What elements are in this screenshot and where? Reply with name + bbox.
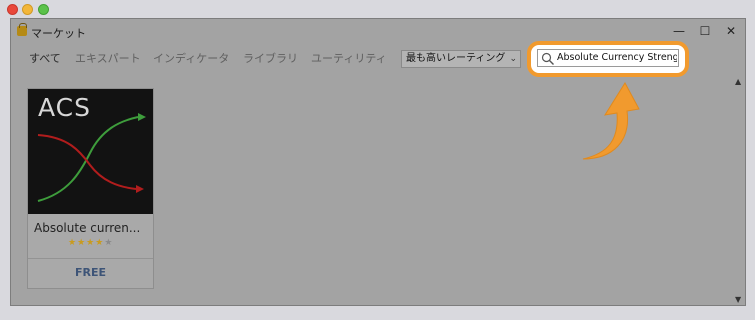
star-icon: ★ bbox=[77, 238, 87, 248]
product-title: Absolute curren... bbox=[34, 221, 141, 235]
maximize-button[interactable]: ☐ bbox=[697, 24, 713, 38]
search-icon bbox=[541, 52, 554, 65]
zoom-dot-icon[interactable] bbox=[38, 4, 49, 15]
shopping-bag-icon bbox=[17, 23, 27, 36]
scroll-up-arrow[interactable]: ▲ bbox=[735, 77, 741, 86]
product-card[interactable]: ACS Absolute curren... ★★★★★ FREE bbox=[27, 88, 154, 289]
search-highlight-frame bbox=[527, 41, 689, 77]
scroll-down-arrow[interactable]: ▼ bbox=[735, 295, 741, 304]
star-icon: ★ bbox=[68, 238, 78, 248]
chevron-down-icon: ⌄ bbox=[509, 54, 517, 64]
close-dot-icon[interactable] bbox=[7, 4, 18, 15]
sort-dropdown[interactable]: 最も高いレーティング ⌄ bbox=[401, 50, 521, 68]
rating-stars: ★★★★★ bbox=[68, 238, 113, 248]
product-thumbnail: ACS bbox=[28, 89, 153, 214]
tab-libraries[interactable]: ライブラリ bbox=[243, 49, 298, 69]
search-box[interactable] bbox=[537, 49, 679, 67]
tab-utilities[interactable]: ユーティリティ bbox=[311, 49, 387, 69]
tab-indicators[interactable]: インディケータ bbox=[153, 49, 229, 69]
star-icon: ★ bbox=[86, 238, 96, 248]
mac-window-chrome bbox=[0, 0, 755, 18]
sort-selected-value: 最も高いレーティング bbox=[406, 53, 506, 64]
pointer-arrow-icon bbox=[582, 82, 640, 160]
crossing-curves-graphic bbox=[37, 113, 146, 202]
price-label[interactable]: FREE bbox=[28, 266, 153, 279]
tab-all[interactable]: すべて bbox=[29, 49, 61, 69]
star-icon: ★ bbox=[95, 238, 105, 248]
tab-experts[interactable]: エキスパート bbox=[75, 49, 141, 69]
close-button[interactable]: ✕ bbox=[723, 24, 739, 38]
window-title: マーケット bbox=[31, 27, 86, 40]
search-input[interactable] bbox=[557, 51, 677, 65]
card-divider bbox=[28, 258, 153, 259]
market-window: マーケット — ☐ ✕ すべて エキスパート インディケータ ライブラリ ユーテ… bbox=[10, 18, 746, 306]
minimize-button[interactable]: — bbox=[671, 24, 687, 38]
minimize-dot-icon[interactable] bbox=[22, 4, 33, 15]
star-empty-icon: ★ bbox=[104, 238, 114, 248]
